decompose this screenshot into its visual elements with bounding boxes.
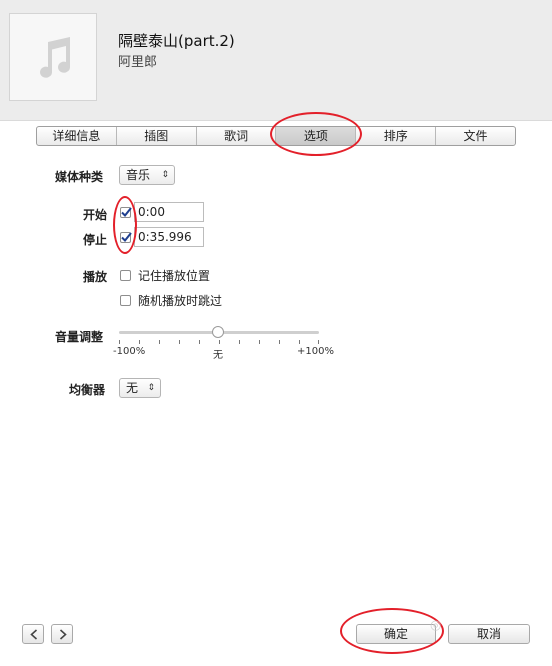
slider-tick [259,340,260,344]
media-kind-label: 媒体种类 [55,170,104,184]
cancel-button[interactable]: 取消 [448,624,530,644]
volume-mid-label: 无 [213,350,223,361]
checkmark-icon [121,207,132,217]
slider-tick [219,340,220,344]
track-artist: 阿里郎 [118,55,158,70]
track-header: 隔壁泰山(part.2) 阿里郎 [0,0,552,121]
start-time-input[interactable] [134,202,204,222]
slider-tick [119,340,120,344]
start-label: 开始 [83,208,108,222]
slider-tick [239,340,240,344]
previous-track-button[interactable] [22,624,44,644]
skip-shuffle-checkbox[interactable] [120,295,131,306]
equalizer-select[interactable]: 无 ⇕ [119,378,161,398]
music-note-icon [40,37,71,78]
ok-button[interactable]: 确定 [356,624,436,644]
updown-arrow-icon: ⇕ [161,170,169,180]
tab-options[interactable]: 选项 [276,127,357,145]
slider-tick [179,340,180,344]
slider-tick [159,340,160,344]
track-title: 隔壁泰山(part.2) [118,32,235,50]
tab-file[interactable]: 文件 [436,127,515,145]
volume-min-label: -100% [113,346,146,357]
playback-label: 播放 [83,270,108,284]
media-kind-select[interactable]: 音乐 ⇕ [119,165,175,185]
stop-time-input[interactable] [134,227,204,247]
volume-max-label: +100% [297,346,334,357]
album-artwork[interactable] [9,13,97,101]
equalizer-label: 均衡器 [69,383,106,397]
tab-bar: 详细信息 插图 歌词 选项 排序 文件 [36,126,516,146]
next-track-button[interactable] [51,624,73,644]
stop-checkbox[interactable] [120,232,132,243]
remember-position-checkbox[interactable] [120,270,131,281]
remember-position-label[interactable]: 记住播放位置 [138,267,210,284]
volume-slider-thumb[interactable] [212,326,224,338]
slider-tick [139,340,140,344]
slider-tick [199,340,200,344]
skip-shuffle-label[interactable]: 随机播放时跳过 [138,292,222,309]
tab-lyrics[interactable]: 歌词 [197,127,277,145]
updown-arrow-icon: ⇕ [147,383,155,393]
equalizer-value: 无 [126,381,139,395]
tab-details[interactable]: 详细信息 [37,127,117,145]
media-kind-value: 音乐 [126,168,151,182]
chevron-left-icon [30,629,38,640]
tab-artwork[interactable]: 插图 [117,127,197,145]
volume-label: 音量调整 [55,330,104,344]
slider-tick [318,340,319,344]
checkmark-icon [121,232,132,242]
stop-label: 停止 [83,233,108,247]
slider-tick [279,340,280,344]
start-checkbox[interactable] [120,207,132,218]
chevron-right-icon [59,629,67,640]
watermark-logo: ◎ [430,618,442,633]
slider-tick [299,340,300,344]
tab-sorting[interactable]: 排序 [356,127,437,145]
